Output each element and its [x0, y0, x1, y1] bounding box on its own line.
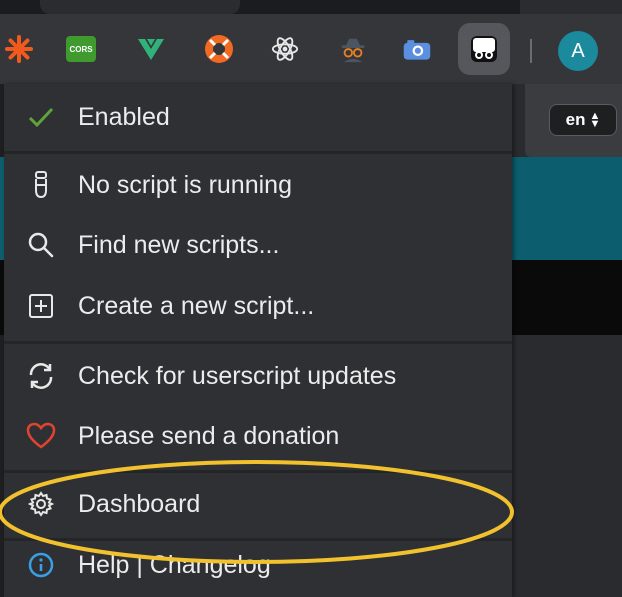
- search-icon: [24, 228, 58, 262]
- spy-icon[interactable]: [338, 34, 368, 64]
- toolbar-separator: [530, 39, 532, 63]
- menu-item-label: Please send a donation: [78, 421, 340, 450]
- browser-top-strip: [0, 0, 622, 14]
- gear-icon: [24, 487, 58, 521]
- react-devtools-icon[interactable]: [270, 34, 300, 64]
- language-select[interactable]: en ▲ ▼: [549, 104, 617, 136]
- menu-item-donation[interactable]: Please send a donation: [4, 406, 512, 466]
- menu-item-help[interactable]: Help | Changelog: [4, 535, 512, 595]
- tab-edge-right: [520, 0, 622, 14]
- menu-item-no-script: No script is running: [4, 155, 512, 215]
- menu-item-label: Create a new script...: [78, 291, 315, 320]
- language-value: en: [565, 110, 586, 129]
- profile-avatar[interactable]: A: [558, 31, 598, 71]
- script-icon: [24, 168, 58, 202]
- menu-item-label: Find new scripts...: [78, 230, 280, 259]
- page-teal-band: [512, 157, 622, 260]
- vue-devtools-icon[interactable]: [136, 34, 166, 64]
- refresh-icon: [24, 359, 58, 393]
- menu-item-create-script[interactable]: Create a new script...: [4, 276, 512, 336]
- menu-divider: [4, 151, 512, 154]
- menu-item-label: Help | Changelog: [78, 550, 271, 579]
- menu-item-enabled[interactable]: Enabled: [4, 87, 512, 147]
- page-black-band: [512, 260, 622, 335]
- extensions-toolbar: CORS A: [0, 14, 622, 84]
- lifebuoy-icon[interactable]: [204, 34, 234, 64]
- menu-item-label: Dashboard: [78, 489, 201, 518]
- menu-divider: [4, 341, 512, 344]
- heart-icon: [24, 419, 58, 453]
- info-icon: [24, 548, 58, 582]
- updown-arrows-icon: ▲ ▼: [589, 110, 601, 130]
- check-icon: [24, 100, 58, 134]
- plus-square-icon: [24, 289, 58, 323]
- camera-icon[interactable]: [402, 34, 432, 64]
- tampermonkey-icon[interactable]: [458, 23, 510, 75]
- menu-item-dashboard[interactable]: Dashboard: [4, 474, 512, 534]
- menu-item-label: No script is running: [78, 170, 292, 199]
- menu-divider: [4, 470, 512, 473]
- menu-item-label: Check for userscript updates: [78, 361, 397, 390]
- tab-edge: [40, 0, 240, 14]
- cors-extension-icon[interactable]: CORS: [66, 34, 96, 64]
- menu-item-label: Enabled: [78, 102, 170, 131]
- tampermonkey-menu: Enabled No script is running Find new sc…: [4, 84, 512, 597]
- cors-badge: CORS: [66, 36, 96, 62]
- menu-item-find-scripts[interactable]: Find new scripts...: [4, 215, 512, 275]
- menu-item-check-updates[interactable]: Check for userscript updates: [4, 346, 512, 406]
- orange-star-extension-icon[interactable]: [4, 34, 34, 64]
